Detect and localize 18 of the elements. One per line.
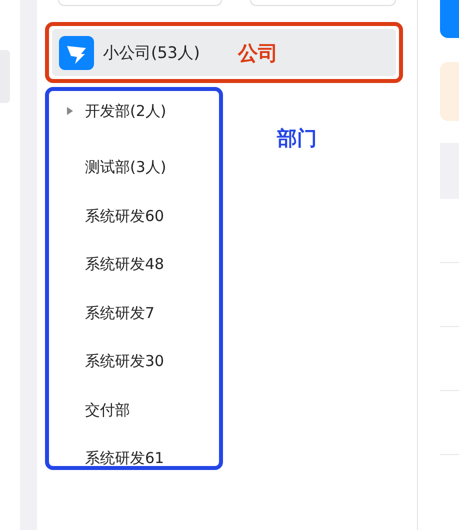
caret-icon[interactable] [67,107,73,115]
department-item[interactable]: 系统研发61 [85,447,164,470]
annotation-label: 部门 [277,125,317,152]
department-item[interactable]: 交付部 [85,398,130,421]
action-button[interactable] [440,0,459,38]
logo-icon [59,36,94,70]
department-item[interactable]: 测试部(3人) [85,156,166,178]
department-item[interactable]: 系统研发60 [85,204,164,227]
input-field[interactable] [250,0,396,6]
department-item[interactable]: 系统研发48 [85,253,164,276]
input-field[interactable] [58,0,222,6]
annotation-label: 公司 [238,40,278,66]
company-name: 小公司(53人) [103,42,200,64]
department-item[interactable]: 系统研发30 [85,350,164,372]
company-row[interactable]: 小公司(53人) 公司 [52,29,396,76]
department-item[interactable]: 开发部(2人) [85,100,166,122]
department-item[interactable]: 系统研发7 [85,302,155,324]
card [440,62,459,121]
